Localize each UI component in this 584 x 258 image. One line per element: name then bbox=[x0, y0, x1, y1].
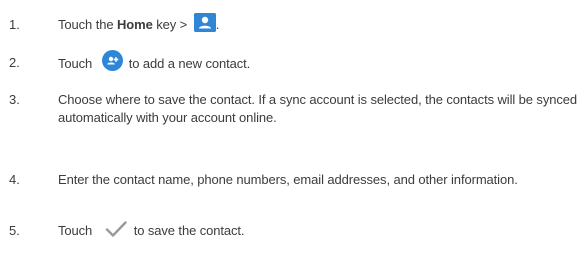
step-text: Enter the contact name, phone numbers, e… bbox=[58, 172, 518, 187]
home-key-label: Home bbox=[117, 17, 153, 32]
step-text-after: to add a new contact. bbox=[128, 55, 251, 71]
step-2: 2. Touch to add a new contact. bbox=[0, 50, 584, 76]
step-text: Touch the Home key > . bbox=[58, 13, 578, 35]
step-text: Choose where to save the contact. If a s… bbox=[58, 92, 578, 125]
add-contact-icon bbox=[101, 50, 123, 71]
step-3: 3. Choose where to save the contact. If … bbox=[0, 91, 584, 131]
step-text-before: Touch the bbox=[58, 17, 117, 32]
step-4: 4. Enter the contact name, phone numbers… bbox=[0, 171, 584, 211]
step-text-end: . bbox=[215, 17, 220, 32]
step-number: 1. bbox=[9, 17, 20, 32]
step-text-after: key > bbox=[152, 17, 191, 32]
step-text-before: Touch bbox=[58, 223, 96, 238]
step-number: 3. bbox=[9, 92, 20, 107]
step-text-before: Touch bbox=[58, 55, 96, 71]
step-number: 4. bbox=[9, 172, 20, 187]
step-5: 5. Touch to save the contact. bbox=[0, 220, 584, 244]
step-text: Touch to save the contact. bbox=[58, 220, 578, 241]
contacts-app-icon bbox=[193, 13, 216, 33]
checkmark-icon bbox=[105, 220, 127, 238]
instruction-document: 1. Touch the Home key > . 2. Touch to ad… bbox=[0, 0, 584, 258]
step-number: 2. bbox=[9, 55, 20, 70]
step-number: 5. bbox=[9, 223, 20, 238]
step-1: 1. Touch the Home key > . bbox=[0, 13, 584, 38]
step-text-after: to save the contact. bbox=[133, 223, 245, 238]
step-text: Touch to add a new contact. bbox=[58, 50, 578, 75]
